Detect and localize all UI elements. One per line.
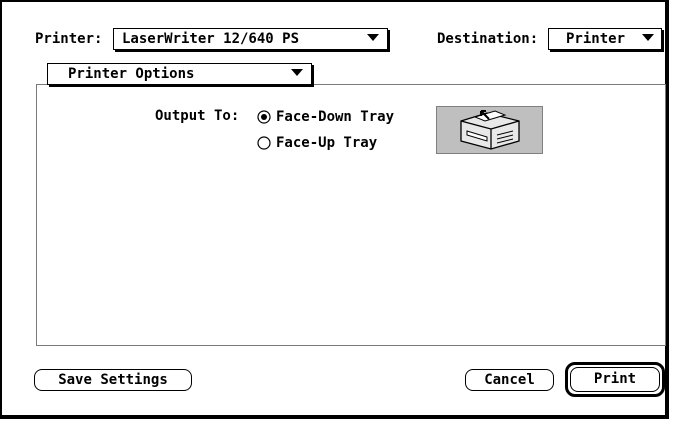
cancel-label: Cancel xyxy=(484,372,535,388)
radio-label-face-up: Face-Up Tray xyxy=(276,135,378,151)
radio-label-face-down: Face-Down Tray xyxy=(276,109,395,125)
radio-face-down-tray[interactable]: Face-Down Tray xyxy=(257,108,427,126)
save-settings-button[interactable]: Save Settings xyxy=(34,369,192,391)
cancel-button[interactable]: Cancel xyxy=(465,369,554,391)
radio-face-up-tray[interactable]: Face-Up Tray xyxy=(257,134,427,152)
radio-selected-icon xyxy=(257,110,271,124)
printer-label: Printer: xyxy=(35,31,103,47)
output-to-label: Output To: xyxy=(155,108,240,124)
chevron-down-icon xyxy=(291,69,303,76)
destination-popup[interactable]: Printer xyxy=(548,28,662,50)
print-label: Print xyxy=(593,371,637,387)
printer-value: LaserWriter 12/640 PS xyxy=(122,31,300,47)
options-popup[interactable]: Printer Options xyxy=(47,63,312,85)
printer-tray-icon xyxy=(436,106,543,154)
printer-popup[interactable]: LaserWriter 12/640 PS xyxy=(113,28,388,50)
print-button[interactable]: Print xyxy=(570,367,660,392)
destination-value: Printer xyxy=(566,31,626,47)
save-settings-label: Save Settings xyxy=(58,372,168,388)
destination-label: Destination: xyxy=(437,31,539,47)
chevron-down-icon xyxy=(367,34,379,41)
radio-unselected-icon xyxy=(257,136,271,150)
chevron-down-icon xyxy=(642,34,654,41)
options-popup-value: Printer Options xyxy=(68,66,195,82)
